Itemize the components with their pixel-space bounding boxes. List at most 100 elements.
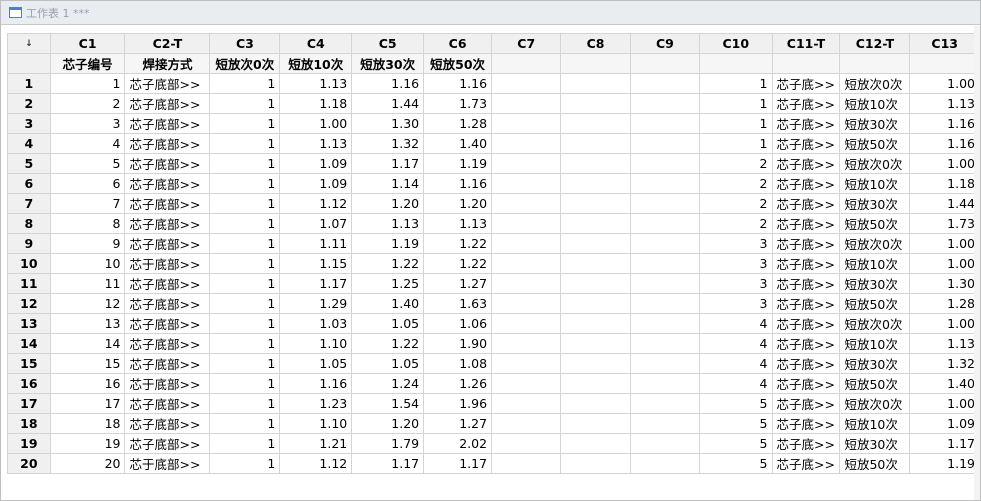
data-cell[interactable]: 1.11 bbox=[279, 233, 353, 254]
data-cell[interactable]: 芯子底>> bbox=[771, 93, 841, 114]
column-header[interactable]: C8 bbox=[560, 33, 631, 54]
data-cell[interactable]: 1 bbox=[209, 173, 281, 194]
data-cell[interactable] bbox=[560, 353, 631, 374]
column-header[interactable]: C2-T bbox=[124, 33, 211, 54]
data-cell[interactable] bbox=[560, 393, 631, 414]
data-cell[interactable]: 短放50次 bbox=[839, 133, 911, 154]
data-cell[interactable]: 1.15 bbox=[279, 253, 353, 274]
data-cell[interactable]: 1 bbox=[699, 93, 773, 114]
row-number[interactable]: 12 bbox=[7, 293, 51, 314]
data-cell[interactable]: 18 bbox=[49, 413, 126, 434]
data-cell[interactable]: 1.06 bbox=[423, 313, 493, 334]
data-cell[interactable]: 1.44 bbox=[351, 93, 425, 114]
data-cell[interactable] bbox=[629, 273, 701, 294]
column-name-cell[interactable]: 短放50次 bbox=[423, 53, 493, 74]
data-cell[interactable]: 短放10次 bbox=[839, 173, 911, 194]
data-cell[interactable] bbox=[491, 193, 562, 214]
data-cell[interactable]: 1.63 bbox=[423, 293, 493, 314]
data-cell[interactable]: 1.18 bbox=[909, 173, 980, 194]
data-cell[interactable]: 1.27 bbox=[423, 273, 493, 294]
data-cell[interactable]: 芯子底>> bbox=[771, 313, 841, 334]
data-cell[interactable]: 短放50次 bbox=[839, 293, 911, 314]
data-cell[interactable] bbox=[491, 353, 562, 374]
data-cell[interactable] bbox=[491, 253, 562, 274]
data-cell[interactable]: 1 bbox=[209, 453, 281, 474]
data-cell[interactable]: 芯子底>> bbox=[771, 273, 841, 294]
data-cell[interactable] bbox=[629, 73, 701, 94]
data-cell[interactable]: 11 bbox=[49, 273, 126, 294]
column-header[interactable]: C7 bbox=[491, 33, 562, 54]
data-cell[interactable]: 1.00 bbox=[909, 233, 980, 254]
data-cell[interactable]: 2 bbox=[699, 173, 773, 194]
data-cell[interactable] bbox=[491, 113, 562, 134]
data-cell[interactable]: 芯子底>> bbox=[771, 353, 841, 374]
data-cell[interactable]: 1 bbox=[209, 213, 281, 234]
vertical-scrollbar[interactable] bbox=[974, 26, 980, 500]
data-cell[interactable]: 1.44 bbox=[909, 193, 980, 214]
column-header[interactable]: C13 bbox=[909, 33, 980, 54]
data-cell[interactable]: 1.16 bbox=[351, 73, 425, 94]
data-cell[interactable]: 芯子底>> bbox=[771, 73, 841, 94]
data-cell[interactable] bbox=[560, 193, 631, 214]
data-cell[interactable]: 芯子底>> bbox=[771, 193, 841, 214]
column-name-cell[interactable] bbox=[771, 53, 841, 74]
data-cell[interactable]: 1.40 bbox=[909, 373, 980, 394]
data-cell[interactable]: 芯子底>> bbox=[771, 253, 841, 274]
data-cell[interactable]: 1.21 bbox=[279, 433, 353, 454]
row-number[interactable]: 7 bbox=[7, 193, 51, 214]
column-name-cell[interactable] bbox=[491, 53, 562, 74]
data-cell[interactable]: 1 bbox=[209, 153, 281, 174]
data-cell[interactable]: 3 bbox=[699, 293, 773, 314]
data-cell[interactable] bbox=[629, 173, 701, 194]
data-cell[interactable]: 1.18 bbox=[279, 93, 353, 114]
data-cell[interactable]: 15 bbox=[49, 353, 126, 374]
row-number[interactable]: 1 bbox=[7, 73, 51, 94]
data-cell[interactable]: 短放30次 bbox=[839, 273, 911, 294]
data-cell[interactable] bbox=[560, 173, 631, 194]
data-cell[interactable] bbox=[629, 153, 701, 174]
data-cell[interactable]: 短放10次 bbox=[839, 253, 911, 274]
data-cell[interactable]: 芯子底>> bbox=[771, 333, 841, 354]
data-cell[interactable]: 短放10次 bbox=[839, 333, 911, 354]
worksheet-titlebar[interactable]: 工作表 1 *** bbox=[1, 1, 980, 25]
data-cell[interactable]: 1.28 bbox=[909, 293, 980, 314]
data-cell[interactable]: 芯子底部>> bbox=[124, 353, 211, 374]
data-cell[interactable] bbox=[491, 433, 562, 454]
data-cell[interactable]: 芯子底>> bbox=[771, 393, 841, 414]
data-cell[interactable] bbox=[560, 373, 631, 394]
data-cell[interactable]: 芯子底部>> bbox=[124, 333, 211, 354]
data-cell[interactable]: 1.12 bbox=[279, 453, 353, 474]
row-number[interactable]: 19 bbox=[7, 433, 51, 454]
data-cell[interactable] bbox=[560, 213, 631, 234]
data-cell[interactable]: 1.00 bbox=[909, 253, 980, 274]
data-cell[interactable]: 1.10 bbox=[279, 413, 353, 434]
data-cell[interactable] bbox=[629, 413, 701, 434]
data-cell[interactable]: 1 bbox=[209, 433, 281, 454]
data-cell[interactable]: 1.27 bbox=[423, 413, 493, 434]
data-cell[interactable] bbox=[629, 373, 701, 394]
data-cell[interactable] bbox=[629, 293, 701, 314]
data-cell[interactable]: 芯于底部>> bbox=[124, 453, 211, 474]
data-cell[interactable]: 1.40 bbox=[351, 293, 425, 314]
data-cell[interactable]: 4 bbox=[699, 333, 773, 354]
data-cell[interactable] bbox=[560, 93, 631, 114]
row-number[interactable]: 3 bbox=[7, 113, 51, 134]
data-cell[interactable]: 1.79 bbox=[351, 433, 425, 454]
data-cell[interactable]: 1.16 bbox=[423, 173, 493, 194]
data-cell[interactable]: 短放30次 bbox=[839, 433, 911, 454]
data-cell[interactable] bbox=[491, 173, 562, 194]
data-cell[interactable]: 4 bbox=[699, 313, 773, 334]
row-number[interactable]: 15 bbox=[7, 353, 51, 374]
data-cell[interactable]: 芯子底>> bbox=[771, 213, 841, 234]
row-number[interactable]: 4 bbox=[7, 133, 51, 154]
column-header[interactable]: C6 bbox=[423, 33, 493, 54]
data-cell[interactable]: 1 bbox=[699, 113, 773, 134]
data-cell[interactable]: 短放50次 bbox=[839, 373, 911, 394]
data-cell[interactable] bbox=[560, 73, 631, 94]
data-cell[interactable] bbox=[560, 273, 631, 294]
data-cell[interactable]: 芯子底>> bbox=[771, 233, 841, 254]
data-cell[interactable] bbox=[629, 393, 701, 414]
data-cell[interactable] bbox=[491, 273, 562, 294]
data-cell[interactable]: 1.17 bbox=[279, 273, 353, 294]
data-cell[interactable]: 芯子底部>> bbox=[124, 313, 211, 334]
